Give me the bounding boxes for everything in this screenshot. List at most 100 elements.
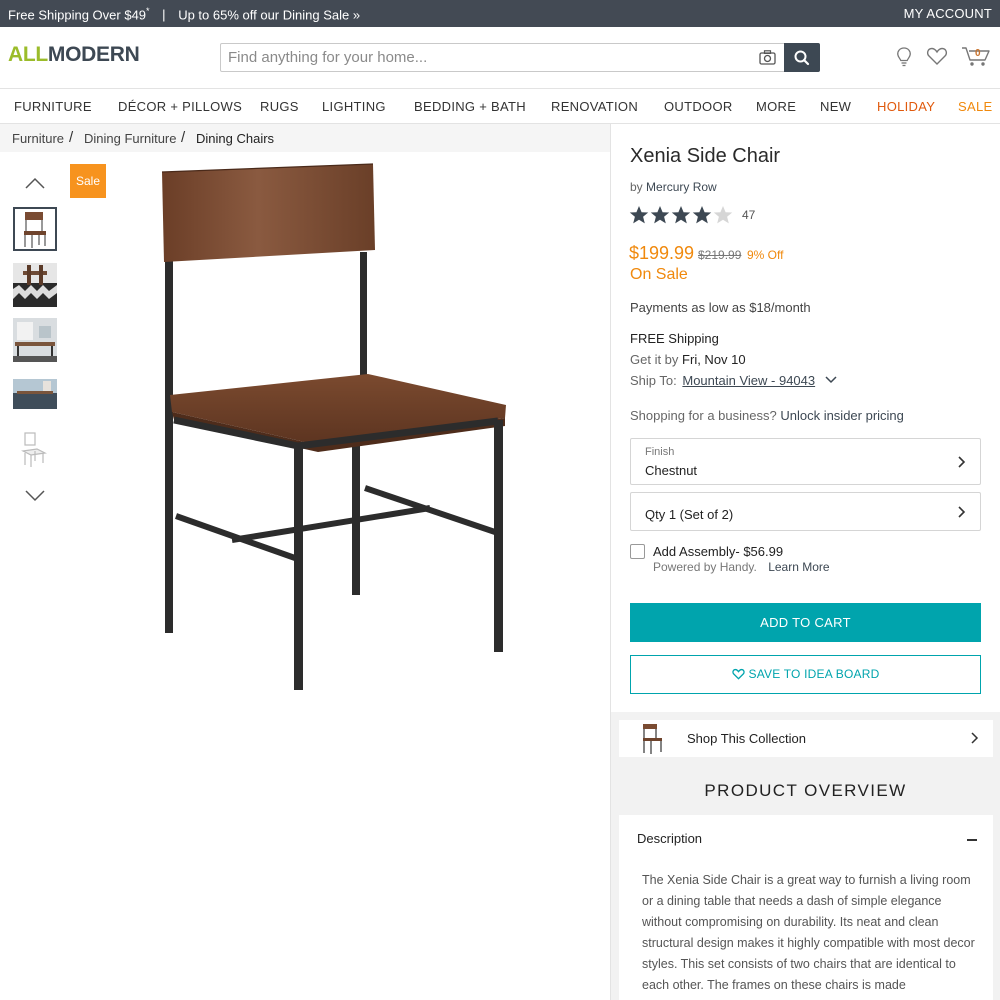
product-title: Xenia Side Chair: [630, 145, 781, 167]
description-section: Description The Xenia Side Chair is a gr…: [619, 815, 993, 1000]
quantity-selector[interactable]: Qty 1 (Set of 2): [630, 492, 981, 531]
promo-separator: |: [162, 7, 166, 23]
finish-selector[interactable]: Finish Chestnut: [630, 438, 981, 485]
sale-price: $199.99: [629, 243, 695, 263]
heart-icon[interactable]: [926, 46, 948, 66]
save-to-idea-board-label: SAVE TO IDEA BOARD: [748, 667, 880, 681]
logo-all: ALL: [8, 43, 48, 66]
free-shipping-label: FREE Shipping: [630, 331, 719, 346]
product-image-chair[interactable]: [150, 160, 520, 695]
breadcrumb-separator: /: [181, 129, 186, 146]
nav-new[interactable]: NEW: [820, 99, 851, 114]
sale-badge: Sale: [70, 164, 106, 198]
collapse-minus-icon[interactable]: [967, 839, 977, 841]
finish-label: Finish: [645, 446, 675, 458]
on-sale-label: On Sale: [630, 266, 688, 283]
nav-sale[interactable]: SALE: [958, 99, 992, 114]
thumbnail-3[interactable]: [13, 318, 57, 362]
brand-prefix: by: [630, 180, 643, 194]
assembly-label[interactable]: Add Assembly- $56.99: [653, 544, 783, 559]
thumbnail-1[interactable]: [13, 207, 57, 251]
finish-value: Chestnut: [645, 463, 698, 478]
powered-by-text: Powered by Handy.: [653, 560, 757, 574]
breadcrumb-furniture[interactable]: Furniture: [12, 131, 64, 146]
chevron-down-icon[interactable]: [24, 490, 46, 502]
rating-stars[interactable]: [629, 205, 735, 225]
nav-decor-pillows[interactable]: DÉCOR + PILLOWS: [118, 99, 242, 114]
business-row: Shopping for a business? Unlock insider …: [630, 408, 904, 423]
nav-lighting[interactable]: LIGHTING: [322, 99, 386, 114]
dining-sale-link[interactable]: Up to 65% off our Dining Sale »: [178, 7, 360, 22]
save-to-idea-board-button[interactable]: SAVE TO IDEA BOARD: [630, 655, 981, 694]
shop-collection-label: Shop This Collection: [687, 731, 806, 746]
lightbulb-icon[interactable]: [895, 46, 913, 68]
breadcrumb-separator: /: [69, 129, 74, 146]
chair-sketch-thumbnail-image: [21, 432, 47, 467]
nav-outdoor[interactable]: OUTDOOR: [664, 99, 733, 114]
product-overview-heading: PRODUCT OVERVIEW: [704, 781, 907, 800]
review-count[interactable]: 47: [742, 208, 755, 222]
room-scene-thumbnail-image: [13, 318, 57, 362]
logo-modern: MODERN: [47, 43, 140, 66]
ship-to-row: Ship To: Mountain View - 94043: [630, 373, 837, 388]
assembly-powered-by: Powered by Handy. Learn More: [653, 560, 830, 574]
chevron-right-icon: [958, 506, 966, 518]
description-heading[interactable]: Description: [637, 831, 702, 846]
breadcrumb-dining-chairs[interactable]: Dining Chairs: [196, 131, 274, 146]
star-icon-filled-1: [629, 206, 649, 224]
main-nav: FURNITURE DÉCOR + PILLOWS RUGS LIGHTING …: [0, 88, 1000, 124]
promo-bar: Free Shipping Over $49* | Up to 65% off …: [0, 0, 1000, 27]
search-icon: [794, 50, 810, 66]
search-button[interactable]: [784, 43, 820, 72]
nav-renovation[interactable]: RENOVATION: [551, 99, 638, 114]
nav-bedding-bath[interactable]: BEDDING + BATH: [414, 99, 526, 114]
brand-line: by Mercury Row: [630, 180, 717, 194]
brand-link[interactable]: Mercury Row: [646, 180, 717, 194]
chevron-right-icon: [971, 732, 979, 744]
chair-thumbnail-image: [24, 212, 46, 248]
thumbnail-2[interactable]: [13, 263, 57, 307]
search-bar: [220, 43, 820, 72]
star-icon-filled-2: [650, 206, 670, 224]
chevron-down-icon[interactable]: [825, 376, 837, 384]
promo-asterisk: *: [146, 6, 150, 16]
table-scene-thumbnail-image: [13, 375, 57, 419]
promo-left: Free Shipping Over $49* | Up to 65% off …: [8, 6, 360, 22]
breadcrumb-dining-furniture[interactable]: Dining Furniture: [84, 131, 177, 146]
delivery-estimate: Get it by Fri, Nov 10: [630, 352, 746, 367]
description-text: The Xenia Side Chair is a great way to f…: [642, 873, 975, 992]
free-shipping-promo[interactable]: Free Shipping Over $49: [8, 7, 146, 22]
camera-icon[interactable]: [759, 50, 776, 65]
nav-holiday[interactable]: HOLIDAY: [877, 99, 935, 114]
heart-icon: [731, 668, 745, 680]
thumbnail-4[interactable]: [13, 375, 57, 419]
chevron-up-icon[interactable]: [24, 177, 46, 189]
business-text: Shopping for a business?: [630, 408, 777, 423]
search-input[interactable]: [221, 44, 751, 71]
nav-more[interactable]: MORE: [756, 99, 796, 114]
assembly-checkbox[interactable]: [630, 544, 645, 559]
insider-pricing-link[interactable]: Unlock insider pricing: [780, 408, 904, 423]
ship-to-location-link[interactable]: Mountain View - 94043: [682, 373, 815, 388]
breadcrumb: Furniture / Dining Furniture / Dining Ch…: [0, 124, 610, 152]
thumbnail-5[interactable]: [13, 427, 57, 471]
add-to-cart-button[interactable]: ADD TO CART: [630, 603, 981, 642]
dining-room-thumbnail-image: [13, 263, 57, 307]
chevron-right-icon: [958, 456, 966, 468]
star-icon-filled-4: [692, 206, 712, 224]
discount-percent: 9% Off: [747, 248, 784, 262]
nav-rugs[interactable]: RUGS: [260, 99, 299, 114]
original-price: $219.99: [698, 248, 742, 262]
star-icon-empty-5: [713, 206, 733, 224]
learn-more-link[interactable]: Learn More: [768, 560, 829, 574]
quantity-value: Qty 1 (Set of 2): [645, 507, 734, 522]
delivery-prefix: Get it by: [630, 352, 679, 367]
my-account-link[interactable]: MY ACCOUNT: [904, 6, 992, 21]
ship-to-label: Ship To:: [630, 373, 677, 388]
cart-count[interactable]: 0: [975, 48, 981, 59]
allmodern-logo[interactable]: ALLMODERN: [8, 43, 140, 67]
payments-text[interactable]: Payments as low as $18/month: [630, 300, 811, 315]
delivery-date: Fri, Nov 10: [682, 352, 746, 367]
shop-collection-row[interactable]: Shop This Collection: [619, 720, 993, 757]
nav-furniture[interactable]: FURNITURE: [14, 99, 92, 114]
